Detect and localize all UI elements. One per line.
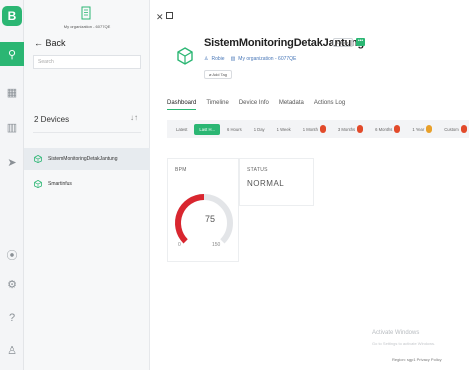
range-latest[interactable]: Latest: [171, 124, 192, 135]
premium-dot-icon: [357, 125, 364, 133]
device-meta: ♙ Robie ▥ My organization - 6077QE: [204, 56, 296, 62]
device-item-sistem-monitoring[interactable]: SistemMonitoringDetakJantung: [24, 148, 150, 170]
gauge-fill: [175, 194, 205, 244]
add-tag-label: Add Tag: [212, 72, 227, 77]
time-range-bar: Latest Last H... 6 Hours 1 Day 1 Week 1 …: [167, 120, 469, 138]
activate-windows-title: Activate Windows: [372, 330, 420, 336]
range-label: 1 Year: [412, 126, 425, 132]
device-label: Smartinfus: [48, 181, 72, 187]
divider: [33, 132, 141, 133]
range-1-year[interactable]: 1 Year: [407, 122, 437, 136]
range-last-hour[interactable]: Last H...: [194, 123, 221, 135]
help-icon[interactable]: ?: [0, 306, 24, 330]
device-item-smartinfus[interactable]: Smartinfus: [24, 173, 150, 195]
bpm-min: 0: [178, 242, 181, 248]
range-1-week[interactable]: 1 Week: [272, 124, 296, 135]
cube-icon: [34, 155, 42, 163]
device-label: SistemMonitoringDetakJantung: [48, 156, 118, 162]
cube-icon: [34, 180, 42, 188]
organization-small-icon: ▥: [230, 56, 236, 62]
devices-count-title: 2 Devices: [34, 115, 70, 124]
premium-dot-icon: [460, 125, 467, 133]
range-6-months[interactable]: 6 Months: [370, 122, 405, 136]
send-icon[interactable]: ➤: [0, 150, 24, 174]
status-badge: Offline: [333, 38, 353, 47]
tab-timeline[interactable]: Timeline: [206, 100, 228, 110]
more-button[interactable]: •••: [356, 38, 365, 46]
range-label: Custom: [444, 126, 459, 132]
range-label: 1 Day: [253, 126, 265, 132]
range-custom[interactable]: Custom: [439, 122, 469, 136]
search-input[interactable]: [33, 55, 141, 69]
range-label: Latest: [176, 126, 188, 132]
organization-name: My organization - 6077QE: [63, 24, 111, 29]
device-list-panel: My organization - 6077QE ← Back 2 Device…: [24, 0, 150, 370]
premium-dot-icon: [319, 125, 326, 133]
device-cube-icon: [177, 47, 193, 65]
tab-actions-log[interactable]: Actions Log: [314, 100, 345, 110]
bpm-value: 75: [205, 214, 216, 224]
footer-links: Region: sgp1 Privacy Policy: [392, 357, 442, 362]
device-tabs: Dashboard Timeline Device Info Metadata …: [167, 100, 345, 110]
sort-icon[interactable]: ↓↑: [130, 113, 138, 122]
broadcast-icon[interactable]: ⦿: [0, 243, 24, 267]
range-label: 1 Week: [276, 126, 291, 132]
search-icon[interactable]: ⚲: [0, 42, 24, 66]
owner-link[interactable]: Robie: [211, 56, 224, 62]
activate-windows-subtitle: Go to Settings to activate Windows.: [372, 341, 436, 346]
premium-dot-icon: [426, 125, 433, 133]
bpm-widget[interactable]: BPM 75 0 150: [167, 158, 239, 262]
status-value: NORMAL: [247, 179, 285, 188]
range-label: 3 Months: [337, 126, 356, 132]
bpm-title: BPM: [175, 167, 187, 173]
tab-metadata[interactable]: Metadata: [279, 100, 304, 110]
range-label: 1 Month: [302, 126, 318, 132]
back-button[interactable]: ← Back: [34, 38, 66, 48]
premium-dot-icon: [394, 125, 401, 133]
range-1-day[interactable]: 1 Day: [249, 124, 270, 135]
add-tag-button[interactable]: ⌀ Add Tag: [204, 70, 232, 79]
app-logo[interactable]: B: [2, 6, 22, 26]
user-icon[interactable]: ♙: [0, 338, 24, 362]
status-widget[interactable]: STATUS NORMAL: [239, 158, 314, 206]
maximize-icon[interactable]: [166, 12, 173, 19]
range-label: 6 Hours: [227, 126, 242, 132]
bpm-max: 150: [212, 242, 221, 248]
user-icon: ♙: [204, 56, 209, 62]
range-1-month[interactable]: 1 Month: [298, 122, 331, 136]
tab-dashboard[interactable]: Dashboard: [167, 100, 197, 110]
grid-icon[interactable]: ▦: [0, 80, 24, 104]
range-label: 6 Months: [375, 126, 393, 132]
bpm-gauge: [175, 194, 233, 244]
building-icon[interactable]: ▥: [0, 115, 24, 139]
settings-icon[interactable]: ⚙: [0, 272, 24, 296]
range-6-hours[interactable]: 6 Hours: [222, 124, 247, 135]
close-icon[interactable]: ✕: [156, 12, 164, 23]
range-label: Last H...: [199, 126, 216, 132]
tab-device-info[interactable]: Device Info: [239, 100, 269, 110]
status-title: STATUS: [247, 167, 268, 173]
organization-link[interactable]: My organization - 6077QE: [238, 56, 296, 62]
organization-icon: [81, 6, 91, 20]
range-3-months[interactable]: 3 Months: [333, 122, 368, 136]
left-rail: B ⚲ ▦ ▥ ➤ ⦿ ⚙ ? ♙: [0, 0, 24, 370]
